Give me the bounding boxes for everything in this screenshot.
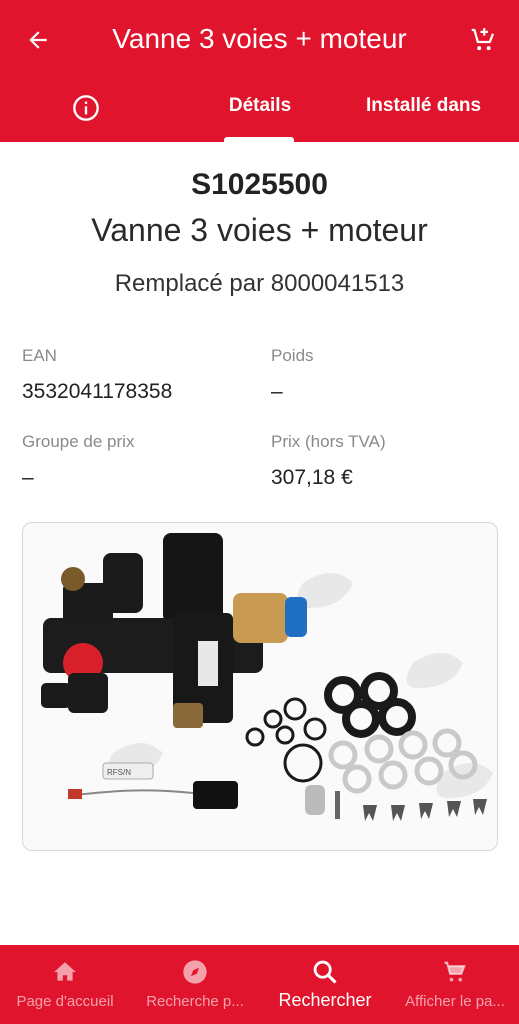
product-name: Vanne 3 voies + moteur bbox=[91, 212, 428, 248]
page-title: Vanne 3 voies + moteur bbox=[112, 23, 407, 54]
nav-cart-label: Afficher le pa... bbox=[405, 993, 505, 1010]
weight-label: Poids bbox=[271, 346, 314, 365]
info-icon bbox=[73, 95, 99, 121]
price-group-label: Groupe de prix bbox=[22, 432, 135, 451]
weight-value: – bbox=[271, 380, 283, 403]
add-to-cart-button[interactable] bbox=[461, 18, 505, 62]
cart-add-icon bbox=[471, 28, 495, 51]
nav-home-label: Page d'accueil bbox=[16, 993, 114, 1010]
ean-label: EAN bbox=[22, 346, 57, 365]
cart-icon bbox=[440, 957, 470, 987]
replaced-by-text: Remplacé par 8000041513 bbox=[114, 270, 405, 297]
nav-part-search[interactable]: Recherche p... bbox=[130, 945, 260, 1024]
bottom-navigation: Page d'accueil Recherche p... Rechercher bbox=[0, 945, 519, 1024]
tab-info[interactable] bbox=[66, 88, 106, 128]
nav-home[interactable]: Page d'accueil bbox=[0, 945, 130, 1024]
price-value: 307,18 € bbox=[271, 466, 353, 489]
search-icon bbox=[310, 957, 340, 987]
active-tab-indicator bbox=[224, 137, 294, 142]
tab-details[interactable]: Détails bbox=[212, 76, 308, 142]
nav-part-search-label: Recherche p... bbox=[146, 993, 244, 1010]
price-group-value: – bbox=[22, 466, 34, 489]
cable-label: RFS/N bbox=[107, 768, 131, 777]
product-reference: S1025500 bbox=[191, 168, 328, 201]
compass-icon bbox=[180, 957, 210, 987]
home-icon bbox=[50, 957, 80, 987]
nav-search-label: Rechercher bbox=[278, 990, 372, 1010]
nav-search[interactable]: Rechercher bbox=[260, 945, 390, 1024]
sensor-cable: RFS/N bbox=[68, 762, 238, 809]
price-label: Prix (hors TVA) bbox=[271, 432, 386, 451]
ean-value: 3532041178358 bbox=[22, 380, 173, 403]
product-image[interactable]: RFS/N bbox=[22, 522, 498, 851]
arrow-left-icon bbox=[29, 31, 47, 49]
tab-installed-in[interactable]: Installé dans bbox=[366, 76, 519, 142]
valve-kit-illustration: RFS/N bbox=[41, 533, 493, 821]
valve-body bbox=[41, 533, 307, 728]
nav-cart[interactable]: Afficher le pa... bbox=[390, 945, 519, 1024]
app-bar: Vanne 3 voies + moteur Détails Installé … bbox=[0, 0, 519, 142]
back-button[interactable] bbox=[18, 20, 58, 60]
tab-bar: Détails Installé dans bbox=[0, 76, 519, 142]
